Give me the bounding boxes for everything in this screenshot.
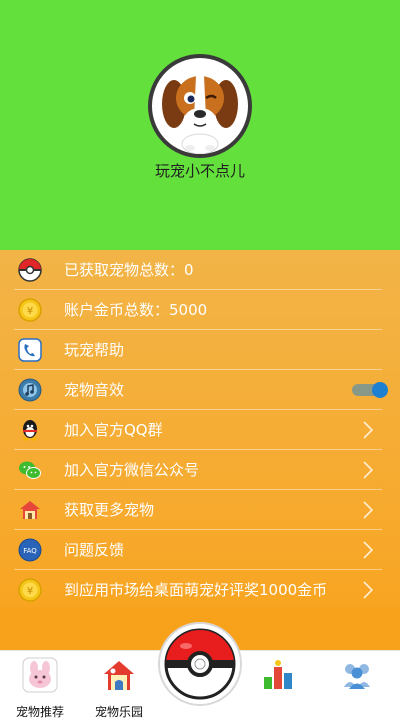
- toggle-knob: [372, 382, 388, 398]
- center-pokeball-button[interactable]: [158, 622, 242, 706]
- menu-item-label: 加入官方微信公众号: [64, 461, 200, 479]
- menu-item-coin-total[interactable]: ¥ 账户金币总数：5000: [14, 290, 382, 330]
- menu-item-feedback[interactable]: FAQ 问题反馈: [14, 530, 382, 570]
- gold-coin-icon: ¥: [18, 298, 42, 322]
- menu-item-pet-count[interactable]: 已获取宠物总数：0: [14, 250, 382, 290]
- svg-text:¥: ¥: [27, 306, 33, 317]
- menu-item-label: 加入官方QQ群: [64, 421, 163, 439]
- pokeball-icon: [18, 258, 42, 282]
- menu-item-help[interactable]: 玩宠帮助: [14, 330, 382, 370]
- pokeball-center-icon: [164, 628, 236, 700]
- profile-header: 玩宠小不点儿: [0, 0, 400, 250]
- faq-icon: FAQ: [18, 538, 42, 562]
- community-icon: [344, 664, 370, 689]
- svg-text:¥: ¥: [27, 586, 33, 597]
- tab-ranking[interactable]: [243, 657, 313, 719]
- gold-coin-icon: ¥: [18, 578, 42, 602]
- menu-item-wechat[interactable]: 加入官方微信公众号: [14, 450, 382, 490]
- help-phone-icon: [18, 338, 42, 362]
- chevron-right-icon: [363, 421, 374, 439]
- menu-item-label: 问题反馈: [64, 541, 125, 559]
- menu-item-more-pets[interactable]: 获取更多宠物: [14, 490, 382, 530]
- tab-pet-paradise[interactable]: 宠物乐园: [84, 657, 154, 719]
- beagle-puppy-icon: [162, 76, 238, 154]
- menu-item-qq-group[interactable]: 加入官方QQ群: [14, 410, 382, 450]
- menu-item-rate-app[interactable]: ¥ 到应用市场给桌面萌宠好评奖1000金币: [14, 570, 382, 610]
- chevron-right-icon: [363, 581, 374, 599]
- chevron-right-icon: [363, 501, 374, 519]
- menu-item-sound[interactable]: 宠物音效: [14, 370, 388, 410]
- menu-item-label: 到应用市场给桌面萌宠好评奖1000金币: [64, 581, 328, 599]
- house-icon: [20, 501, 40, 519]
- avatar[interactable]: [148, 54, 252, 158]
- menu-item-label: 已获取宠物总数：0: [64, 261, 194, 279]
- ranking-icon: [264, 660, 292, 689]
- menu-item-label: 玩宠帮助: [64, 341, 125, 359]
- username: 玩宠小不点儿: [154, 162, 245, 180]
- tab-community[interactable]: [322, 657, 392, 719]
- menu-item-label: 账户金币总数：5000: [64, 301, 208, 319]
- menu-item-label: 获取更多宠物: [64, 501, 155, 519]
- svg-text:FAQ: FAQ: [23, 547, 37, 555]
- tab-pet-recommend[interactable]: 宠物推荐: [5, 657, 75, 719]
- tab-label: 宠物乐园: [94, 705, 143, 719]
- music-note-icon: [18, 378, 42, 402]
- wechat-icon: [19, 461, 41, 479]
- tab-label: 宠物推荐: [15, 705, 64, 719]
- pet-house-icon: [104, 661, 134, 690]
- pink-pet-icon: [22, 657, 58, 693]
- sound-toggle[interactable]: [352, 382, 388, 398]
- chevron-right-icon: [363, 541, 374, 559]
- settings-menu: 已获取宠物总数：0 ¥ 账户金币总数：5000 玩宠帮助 宠物音效 加入官方QQ…: [0, 250, 400, 650]
- menu-item-label: 宠物音效: [64, 381, 125, 399]
- chevron-right-icon: [363, 461, 374, 479]
- qq-penguin-icon: [23, 420, 37, 441]
